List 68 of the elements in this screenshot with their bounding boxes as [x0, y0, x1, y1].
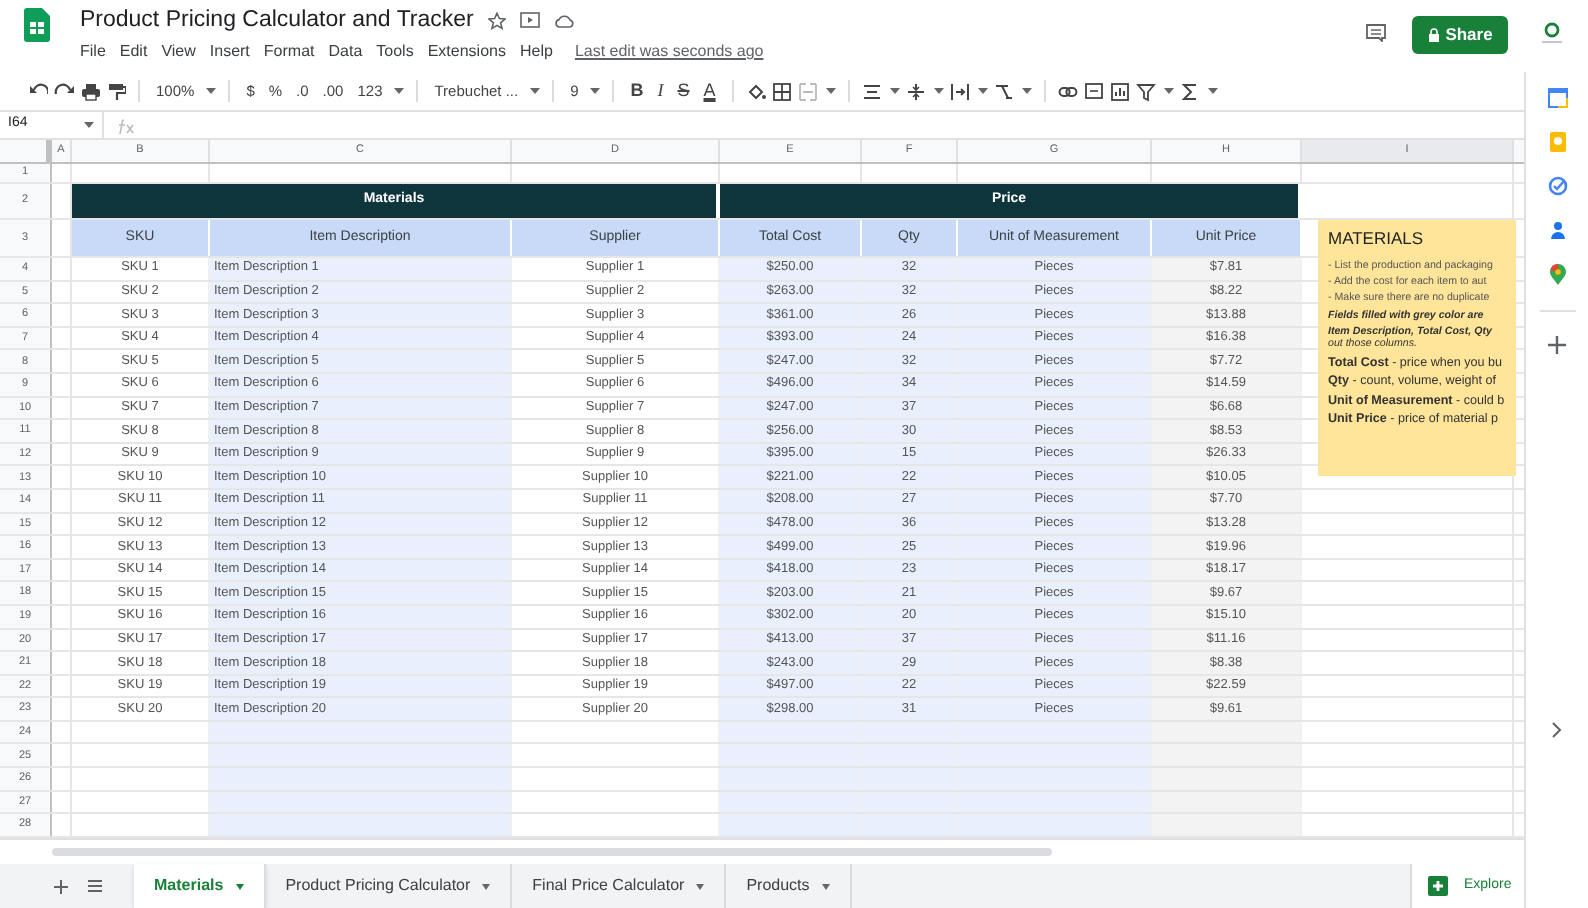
comment-icon[interactable] [1366, 24, 1386, 42]
merge-cells-icon[interactable] [797, 81, 818, 101]
comment-icon[interactable] [1083, 81, 1104, 101]
caret-icon[interactable] [394, 88, 405, 94]
chevron-right-icon[interactable] [1552, 722, 1562, 738]
caret-icon [84, 122, 94, 128]
menu-item[interactable]: Tools [376, 40, 414, 64]
sheet-tab[interactable]: Materials [134, 864, 266, 908]
plus-icon[interactable] [54, 879, 68, 893]
lock-icon [1427, 28, 1440, 42]
caret-icon[interactable] [889, 88, 900, 94]
toolbar-button[interactable]: B [626, 77, 648, 105]
filter-icon[interactable] [1135, 81, 1156, 101]
star-icon[interactable] [487, 11, 506, 29]
toolbar-button[interactable]: S [673, 77, 694, 105]
plus-icon[interactable] [1548, 336, 1566, 354]
menu-item[interactable]: Help [519, 40, 553, 64]
sheets-logo-icon[interactable] [24, 8, 50, 42]
borders-icon[interactable] [771, 81, 792, 101]
paint-roller-icon[interactable] [106, 81, 126, 101]
cloud-icon[interactable] [553, 13, 574, 27]
menu-item[interactable]: Insert [209, 40, 250, 64]
caret-icon[interactable] [977, 88, 988, 94]
explore-icon [1428, 876, 1448, 896]
checkmark-circle-icon[interactable] [1547, 176, 1567, 196]
account-avatar-icon[interactable] [1540, 20, 1564, 44]
document-title[interactable]: Product Pricing Calculator and Tracker [80, 6, 474, 34]
caret-icon [821, 883, 830, 889]
menu-item[interactable]: Extensions [427, 40, 506, 64]
note-title: MATERIALS [1328, 226, 1426, 252]
paint-bucket-icon[interactable] [745, 81, 766, 101]
align-icon[interactable] [861, 81, 882, 101]
last-edit-link[interactable]: Last edit was seconds ago [574, 40, 764, 64]
calendar-icon[interactable] [1547, 88, 1567, 108]
text-rotation-icon[interactable] [993, 81, 1014, 101]
caret-icon [235, 883, 244, 889]
sheet-tab[interactable]: Final Price Calculator [512, 864, 727, 908]
menu-item[interactable]: Format [263, 40, 315, 64]
sheet-tab[interactable]: Product Pricing Calculator [265, 864, 513, 908]
menu-item[interactable]: File [80, 40, 106, 64]
chart-icon[interactable] [1109, 81, 1130, 101]
caret-icon[interactable] [933, 88, 944, 94]
caret-icon[interactable] [206, 88, 217, 94]
menu-item[interactable]: Data [328, 40, 363, 64]
share-button[interactable]: Share [1412, 16, 1508, 54]
toolbar-button[interactable]: I [653, 77, 668, 105]
caret-icon[interactable] [1207, 88, 1218, 94]
menu-item[interactable]: Edit [119, 40, 148, 64]
map-pin-icon[interactable] [1547, 264, 1567, 286]
menu-item[interactable]: View [161, 40, 196, 64]
link-icon[interactable] [1057, 81, 1078, 101]
function-icon [116, 117, 136, 133]
caret-icon[interactable] [590, 88, 601, 94]
caret-icon[interactable] [1163, 88, 1174, 94]
caret-icon[interactable] [1021, 88, 1032, 94]
vertical-align-icon[interactable] [905, 81, 926, 101]
sheet-list-icon[interactable] [88, 880, 102, 892]
sigma-icon[interactable] [1179, 81, 1200, 101]
caret-icon [482, 883, 491, 889]
person-icon[interactable] [1547, 220, 1567, 240]
caret-icon[interactable] [825, 88, 836, 94]
sheet-tab[interactable]: Products [726, 864, 852, 908]
print-icon[interactable] [80, 81, 100, 101]
horizontal-scrollbar[interactable] [52, 847, 1052, 856]
toolbar-button[interactable]: A [699, 77, 720, 105]
text-wrap-icon[interactable] [949, 81, 970, 101]
caret-icon[interactable] [530, 88, 541, 94]
caret-icon [696, 883, 705, 889]
